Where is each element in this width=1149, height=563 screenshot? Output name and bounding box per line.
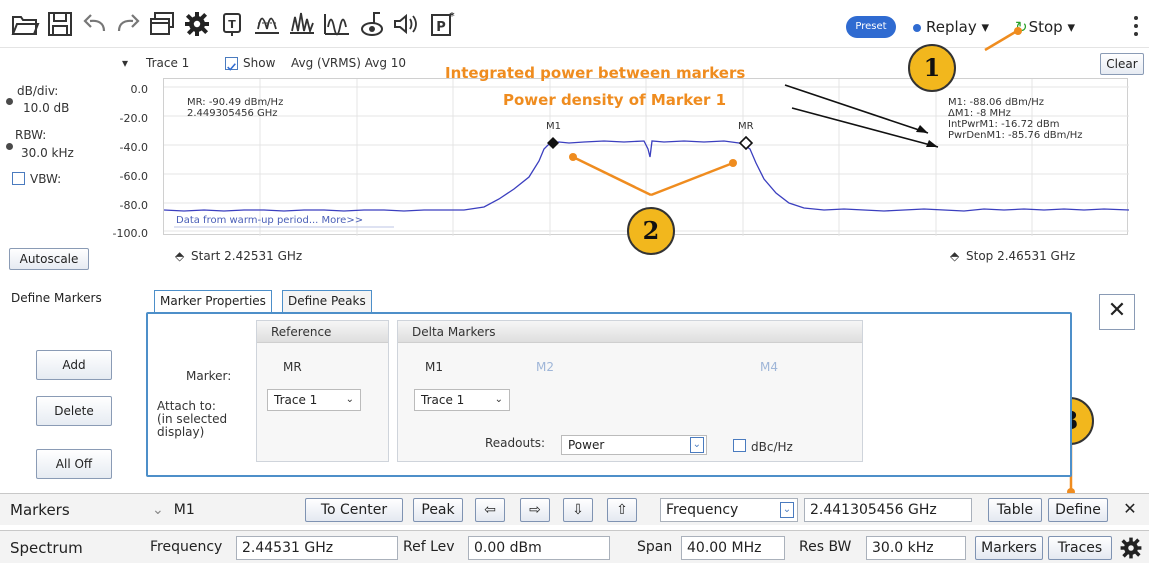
close-icon: ✕ — [1107, 298, 1127, 323]
markers-bar-label: Markers — [10, 501, 70, 519]
table-button[interactable]: Table — [988, 498, 1042, 522]
spectrum-bar: Spectrum Frequency 2.44531 GHz Ref Lev 0… — [0, 530, 1149, 563]
delta-trace-select[interactable]: Trace 1 ⌄ — [414, 389, 510, 411]
tab-define-peaks[interactable]: Define Peaks — [282, 290, 372, 312]
delete-marker-button[interactable]: Delete — [36, 396, 112, 426]
chevron-down-icon: ⌄ — [152, 502, 164, 518]
close-icon: ✕ — [1123, 499, 1137, 518]
tab-marker-properties[interactable]: Marker Properties — [154, 290, 272, 312]
arrow-down-icon: ⇩ — [572, 502, 584, 518]
delta-markers-header: Delta Markers — [398, 321, 862, 343]
frequency-input[interactable]: 2.44531 GHz — [236, 536, 398, 560]
delta-marker-m4[interactable]: M4 — [760, 360, 778, 374]
delta-marker-m1[interactable]: M1 — [425, 360, 443, 374]
attach-label: Attach to: (in selected display) — [157, 399, 228, 439]
reference-header: Reference — [257, 321, 388, 343]
settings-gear-icon[interactable] — [1118, 535, 1144, 561]
peak-button[interactable]: Peak — [413, 498, 463, 522]
readout-type-select[interactable]: Frequency ⌄ — [660, 498, 798, 522]
delta-marker-m2[interactable]: M2 — [536, 360, 554, 374]
callout-2: 2 — [627, 207, 675, 255]
annotation-overlay — [569, 27, 1075, 496]
reference-trace-select[interactable]: Trace 1 ⌄ — [267, 389, 361, 411]
arrow-right-icon: ⇨ — [529, 502, 541, 518]
spectrum-analyzer-window: T P * Preset Replay ▾ ↻Stop ▾ ▾ Trace 1 S… — [0, 0, 1149, 563]
ref-level-label: Ref Lev — [403, 539, 455, 555]
integrated-power-annotation: Integrated power between markers — [445, 64, 746, 82]
spectrum-bar-label: Spectrum — [10, 539, 83, 557]
marker-frequency-input[interactable]: 2.441305456 GHz — [804, 498, 972, 522]
peak-left-button[interactable]: ⇦ — [475, 498, 505, 522]
res-bw-label: Res BW — [799, 539, 852, 555]
add-marker-button[interactable]: Add — [36, 350, 112, 380]
traces-button[interactable]: Traces — [1048, 536, 1112, 560]
span-label: Span — [637, 539, 673, 555]
span-input[interactable]: 40.00 MHz — [681, 536, 785, 560]
dbc-checkbox[interactable] — [733, 439, 746, 452]
dbc-label: dBc/Hz — [751, 440, 793, 454]
marker-row-label: Marker: — [186, 369, 232, 383]
arrow-up-icon: ⇧ — [616, 502, 628, 518]
markers-button[interactable]: Markers — [975, 536, 1043, 560]
define-markers-title: Define Markers — [11, 291, 102, 305]
power-density-annotation: Power density of Marker 1 — [503, 91, 727, 109]
chevron-down-icon: ⌄ — [780, 502, 794, 518]
readouts-label: Readouts: — [485, 436, 546, 450]
markers-bar: Markers ⌄ M1 To Center Peak ⇦ ⇨ ⇩ ⇧ Frequ… — [0, 493, 1149, 525]
callout-1: 1 — [908, 44, 956, 92]
define-button[interactable]: Define — [1048, 498, 1108, 522]
reference-marker: MR — [283, 360, 302, 374]
close-markers-button[interactable]: ✕ — [1116, 498, 1144, 522]
chevron-down-icon: ⌄ — [345, 394, 354, 405]
to-center-button[interactable]: To Center — [305, 498, 403, 522]
ref-level-input[interactable]: 0.00 dBm — [468, 536, 610, 560]
peak-down-button[interactable]: ⇩ — [563, 498, 593, 522]
marker-select[interactable]: ⌄ M1 — [146, 498, 296, 522]
all-off-button[interactable]: All Off — [36, 449, 112, 479]
chevron-down-icon: ⌄ — [689, 437, 704, 453]
chevron-down-icon: ⌄ — [494, 394, 503, 405]
peak-up-button[interactable]: ⇧ — [607, 498, 637, 522]
res-bw-input[interactable]: 30.0 kHz — [866, 536, 966, 560]
close-define-panel-button[interactable]: ✕ — [1099, 294, 1135, 330]
peak-right-button[interactable]: ⇨ — [520, 498, 550, 522]
arrow-left-icon: ⇦ — [484, 502, 496, 518]
frequency-label: Frequency — [150, 539, 223, 555]
readouts-select[interactable]: Power ⌄ — [561, 435, 707, 455]
